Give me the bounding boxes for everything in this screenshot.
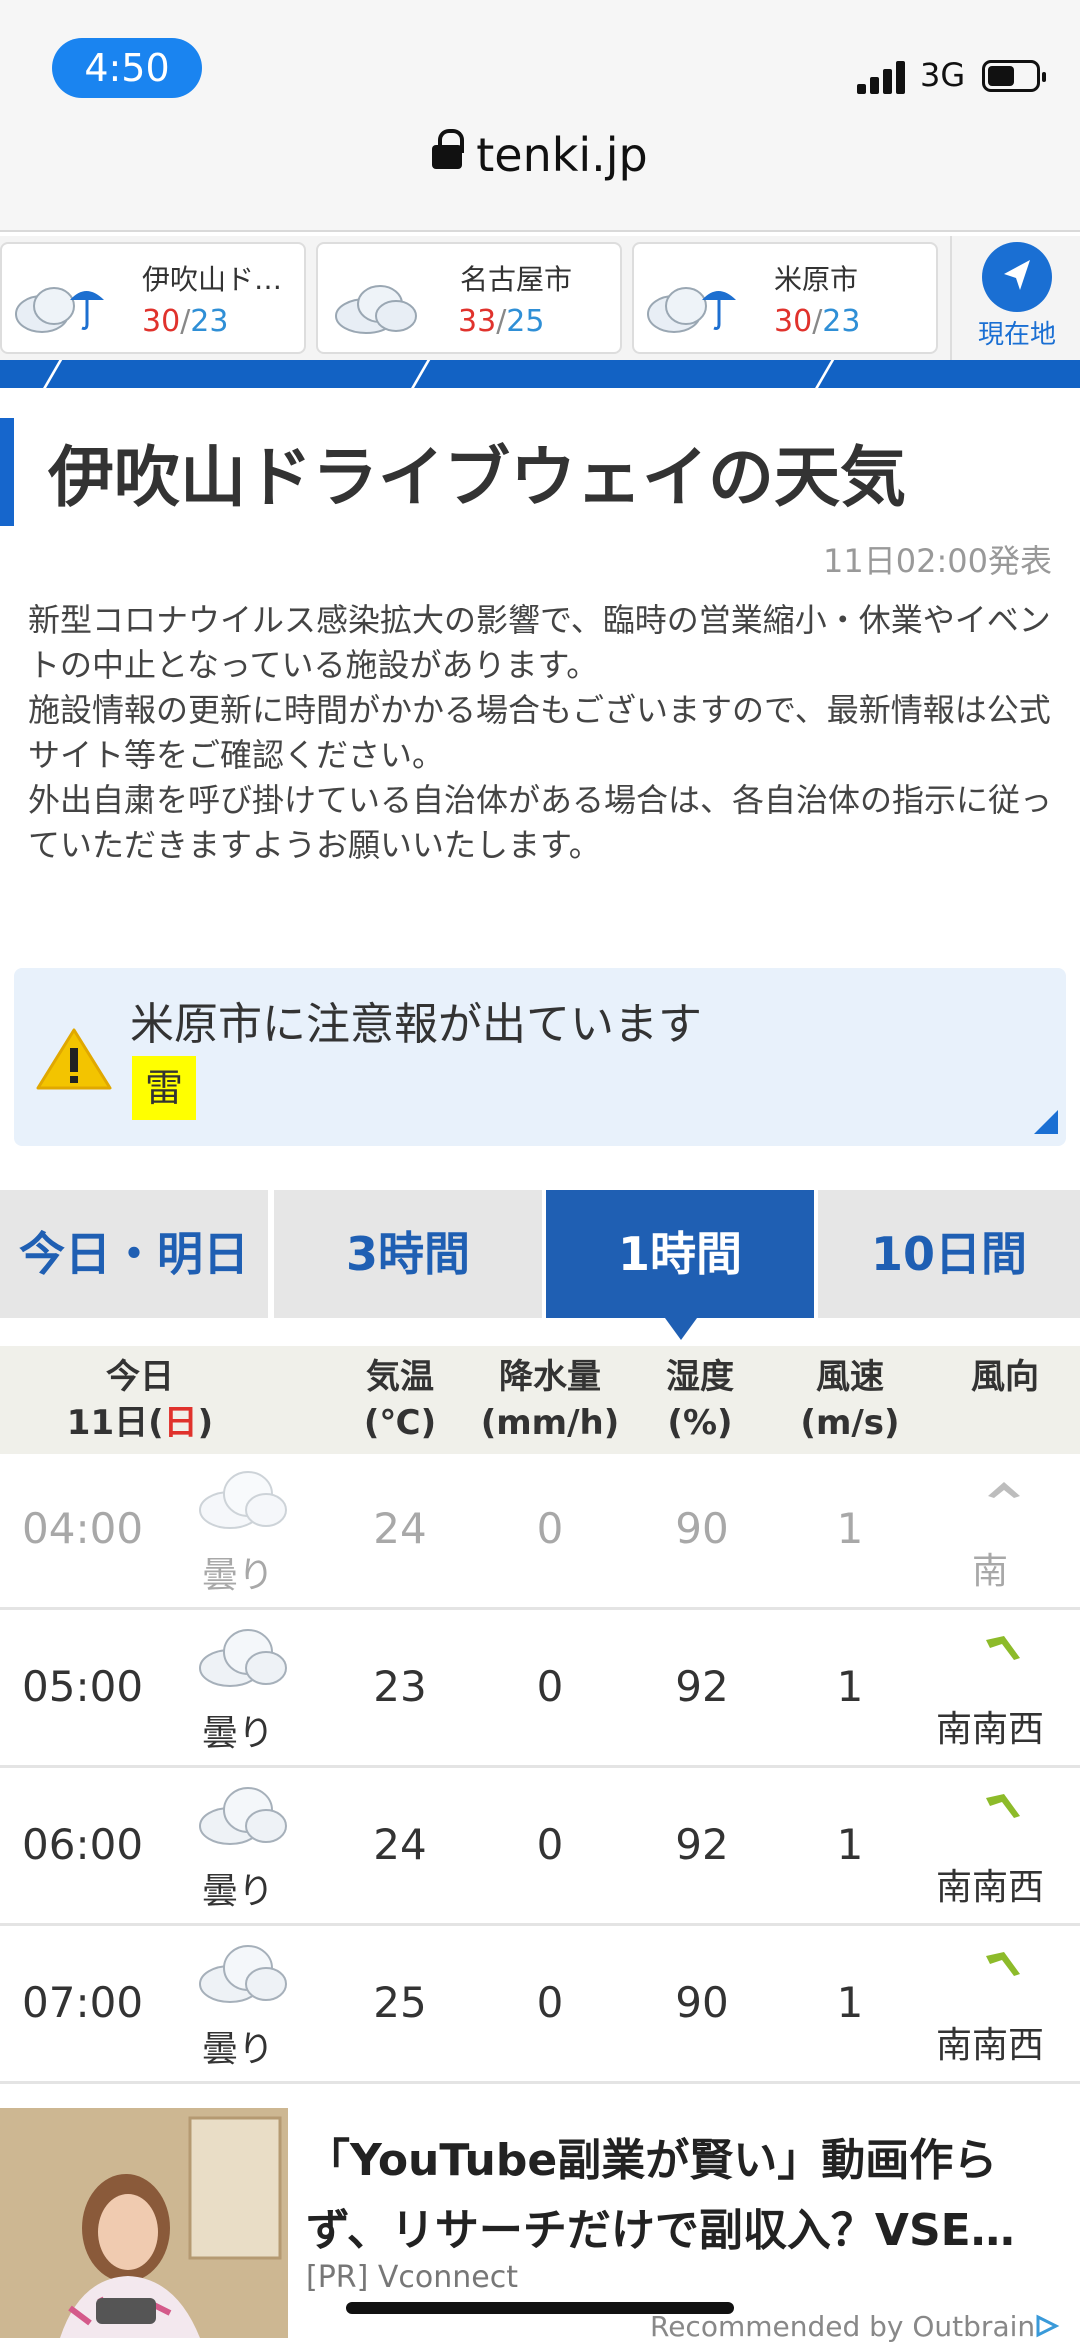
current-location-button[interactable]: 現在地 <box>950 236 1080 360</box>
row-temperature: 24 <box>373 1820 427 1869</box>
location-strip: 伊吹山ド… 30/23 名古屋市 33/25 米原市 30/23 現在地 <box>0 236 1080 360</box>
cloud-umbrella-icon <box>647 287 736 333</box>
location-name: 米原市 <box>774 263 859 296</box>
wind-arrow-icon <box>986 1636 1020 1660</box>
row-precipitation: 0 <box>536 1978 564 2027</box>
header-temperature: 気温 (℃) <box>363 1357 437 1443</box>
location-temps: 33/25 <box>458 304 545 339</box>
header-humidity: 湿度 (%) <box>666 1357 734 1443</box>
tab-10-days[interactable]: 10日間 <box>818 1190 1080 1318</box>
row-precipitation: 0 <box>536 1662 564 1711</box>
forecast-tabs: 今日・明日 3時間 1時間 10日間 <box>0 1190 1080 1340</box>
browser-chrome: 4:50 3G tenki.jp <box>0 0 1080 232</box>
header-wind-speed: 風速 (m/s) <box>800 1357 900 1443</box>
signal-icon <box>857 60 907 94</box>
cloud-icon <box>199 1629 287 1687</box>
forecast-row: 06:00 曇り 24 0 92 1 南南西 <box>0 1770 1080 1926</box>
address-bar[interactable]: tenki.jp <box>0 128 1080 182</box>
weather-warning-box[interactable]: 米原市に注意報が出ています 雷 <box>14 968 1066 1146</box>
location-temps: 30/23 <box>142 304 229 339</box>
divider-stripe <box>0 360 1080 388</box>
row-precipitation: 0 <box>536 1820 564 1869</box>
row-humidity: 90 <box>675 1978 729 2027</box>
row-wind-speed: 1 <box>836 1978 864 2027</box>
row-time: 06:00 <box>22 1820 144 1869</box>
cloud-icon <box>199 1471 287 1529</box>
header-date: 今日 11日(日) <box>66 1357 214 1443</box>
wind-arrow-icon <box>986 1952 1020 1976</box>
location-card[interactable]: 伊吹山ド… 30/23 <box>0 242 306 354</box>
covid-notice: 新型コロナウイルス感染拡大の影響で、臨時の営業縮小・休業やイベントの中止となって… <box>28 598 1058 868</box>
row-wind-speed: 1 <box>836 1662 864 1711</box>
warning-title: 米原市に注意報が出ています <box>130 999 702 1050</box>
row-wind-speed: 1 <box>836 1504 864 1553</box>
notice-paragraph: 外出自粛を呼び掛けている自治体がある場合は、各自治体の指示に従っていただきますよ… <box>28 781 1053 864</box>
notice-paragraph: 新型コロナウイルス感染拡大の影響で、臨時の営業縮小・休業やイベントの中止となって… <box>28 601 1051 684</box>
cloud-icon <box>199 1945 287 2003</box>
row-time: 07:00 <box>22 1978 144 2027</box>
row-weather: 曇り <box>202 1871 275 1912</box>
warning-icon <box>36 1028 112 1090</box>
row-time: 04:00 <box>22 1504 144 1553</box>
status-time: 4:50 <box>52 38 202 98</box>
forecast-row: 05:00 曇り 23 0 92 1 南南西 <box>0 1612 1080 1768</box>
row-wind-direction: 南南西 <box>935 1867 1044 1908</box>
ad-source: [PR] Vconnect <box>306 2260 518 2295</box>
adchoices-icon[interactable] <box>1032 2314 1062 2338</box>
tab-1-hour[interactable]: 1時間 <box>546 1190 814 1340</box>
header-precipitation: 降水量 (mm/h) <box>480 1357 620 1443</box>
tab-today-tomorrow[interactable]: 今日・明日 <box>0 1190 268 1318</box>
navigation-arrow-icon <box>982 242 1052 312</box>
row-humidity: 92 <box>675 1820 729 1869</box>
location-card[interactable]: 米原市 30/23 <box>632 242 938 354</box>
title-accent <box>0 418 14 526</box>
lock-icon <box>432 129 465 169</box>
row-wind-direction: 南 <box>971 1551 1008 1592</box>
row-precipitation: 0 <box>536 1504 564 1553</box>
table-header: 今日 11日(日) 気温 (℃) 降水量 (mm/h) 湿度 (%) 風速 (m/s) … <box>0 1346 1080 1454</box>
header-wind-direction: 風向 <box>971 1357 1039 1397</box>
row-weather: 曇り <box>202 1555 275 1596</box>
cloud-umbrella-icon <box>15 287 104 333</box>
wind-arrow-icon <box>988 1482 1020 1498</box>
row-temperature: 23 <box>373 1662 427 1711</box>
url-text: tenki.jp <box>476 128 648 182</box>
notice-paragraph: 施設情報の更新に時間がかかる場合もございますので、最新情報は公式サイト等をご確認… <box>28 691 1051 774</box>
row-wind-speed: 1 <box>836 1820 864 1869</box>
row-humidity: 92 <box>675 1662 729 1711</box>
cloud-icon <box>199 1787 287 1845</box>
location-name: 伊吹山ド… <box>142 263 283 296</box>
location-card[interactable]: 名古屋市 33/25 <box>316 242 622 354</box>
thunder-advisory-badge: 雷 <box>132 1056 196 1120</box>
forecast-row: 04:00 曇り 24 0 90 1 南 <box>0 1454 1080 1610</box>
network-type: 3G <box>920 56 966 94</box>
outbrain-label[interactable]: Recommended by Outbrain <box>650 2310 1035 2343</box>
wind-arrow-icon <box>986 1794 1020 1818</box>
current-location-label: 現在地 <box>977 320 1056 350</box>
row-temperature: 25 <box>373 1978 427 2027</box>
cloud-icon <box>335 285 417 334</box>
tab-3-hours[interactable]: 3時間 <box>274 1190 542 1318</box>
row-weather: 曇り <box>202 2029 275 2070</box>
published-time: 11日02:00発表 <box>823 542 1052 580</box>
location-name: 名古屋市 <box>460 263 573 296</box>
forecast-row: 07:00 曇り 25 0 90 1 南南西 <box>0 1928 1080 2084</box>
row-time: 05:00 <box>22 1662 144 1711</box>
ad-title: 「YouTube副業が賢い」動画作らず、リサーチだけで副収入？VSE… <box>306 2135 1015 2256</box>
corner-arrow-icon <box>1034 1110 1058 1134</box>
home-indicator <box>346 2302 734 2314</box>
row-wind-direction: 南南西 <box>935 2025 1044 2066</box>
row-humidity: 90 <box>675 1504 729 1553</box>
row-wind-direction: 南南西 <box>935 1709 1044 1750</box>
battery-icon <box>982 60 1046 92</box>
page-title: 伊吹山ドライブウェイの天気 <box>48 439 906 516</box>
location-temps: 30/23 <box>774 304 861 339</box>
ad-image <box>0 2108 288 2338</box>
row-temperature: 24 <box>373 1504 427 1553</box>
row-weather: 曇り <box>202 1713 275 1754</box>
